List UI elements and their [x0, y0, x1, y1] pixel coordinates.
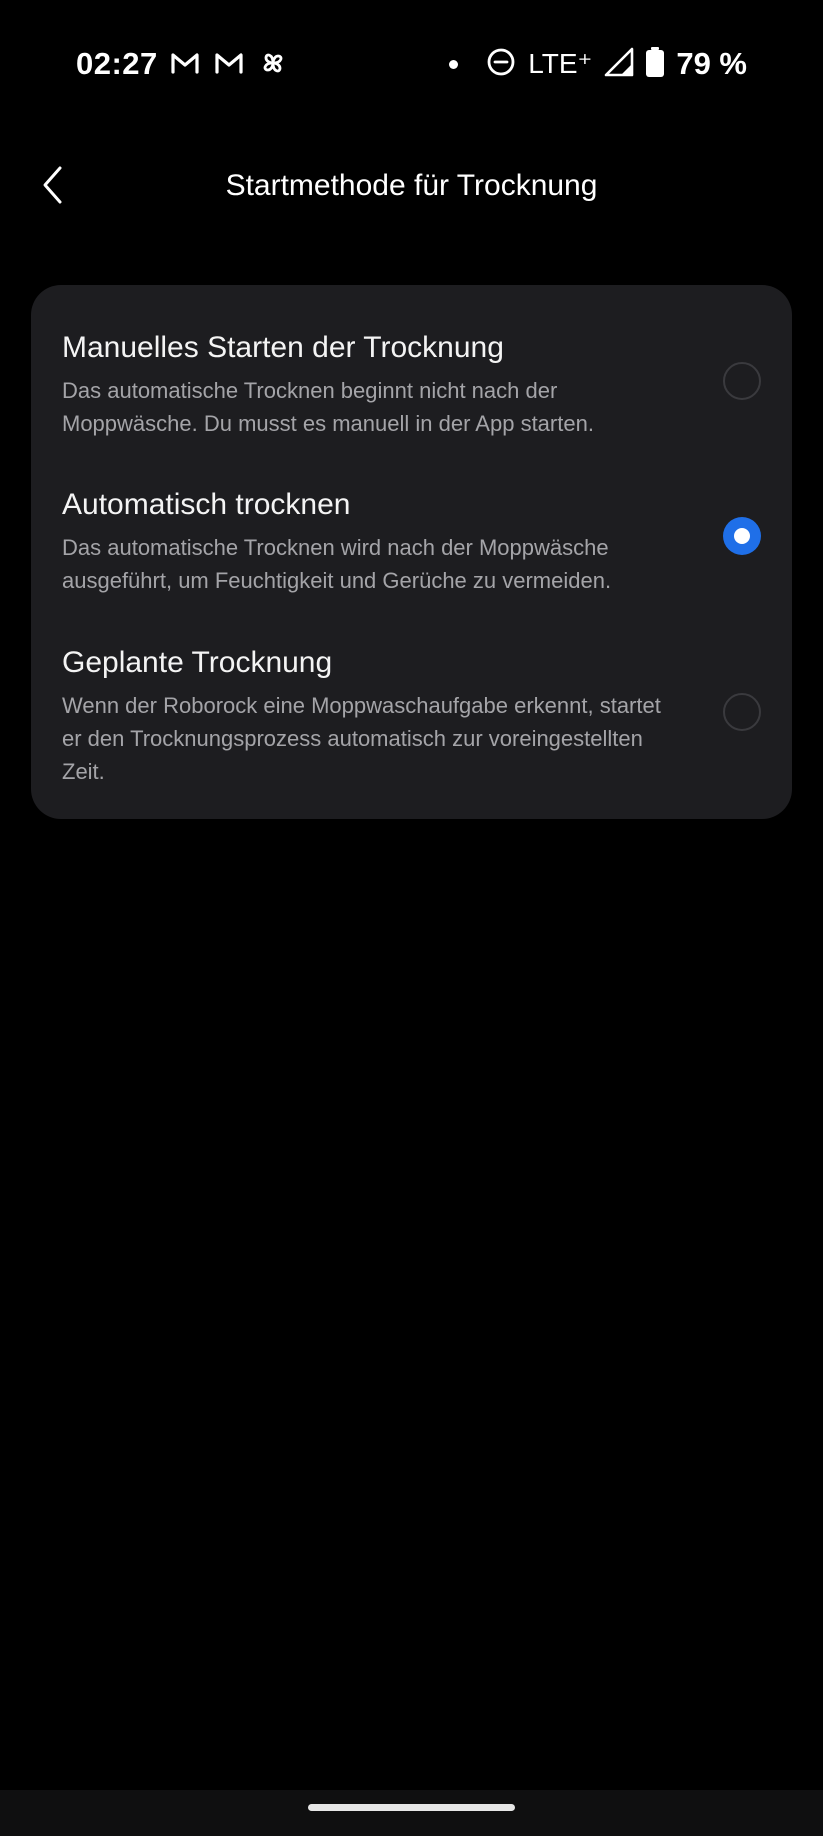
- option-title: Automatisch trocknen: [62, 488, 351, 521]
- pinwheel-icon: [258, 48, 288, 83]
- option-description: Wenn der Roborock eine Moppwaschaufgabe …: [62, 693, 661, 784]
- signal-icon: [604, 47, 634, 82]
- navigation-bar: [0, 1790, 823, 1836]
- gmail-icon: [170, 51, 200, 80]
- status-bar: 02:27 LTE⁺ 79 %: [0, 0, 823, 130]
- option-auto-drying[interactable]: Automatisch trocknen Das automatische Tr…: [31, 485, 792, 595]
- drying-start-method-card: Manuelles Starten der Trocknung Das auto…: [31, 285, 792, 819]
- option-title: Geplante Trocknung: [62, 646, 333, 679]
- home-indicator[interactable]: [308, 1804, 515, 1811]
- option-description: Das automatische Trocknen beginnt nicht …: [62, 378, 594, 436]
- status-notification-icons: [170, 48, 288, 83]
- radio-manual-drying[interactable]: [723, 362, 761, 400]
- battery-icon: [646, 46, 665, 82]
- notification-dot-icon: [449, 59, 459, 69]
- option-manual-drying[interactable]: Manuelles Starten der Trocknung Das auto…: [31, 328, 792, 438]
- option-title: Manuelles Starten der Trocknung: [62, 331, 504, 364]
- gmail-icon: [214, 51, 244, 80]
- page-title: Startmethode für Trocknung: [225, 169, 598, 202]
- option-description: Das automatische Trocknen wird nach der …: [62, 535, 612, 593]
- radio-auto-drying[interactable]: [723, 517, 761, 555]
- lte-indicator: LTE⁺: [528, 48, 593, 79]
- radio-scheduled-drying[interactable]: [723, 693, 761, 731]
- app-header: Startmethode für Trocknung: [0, 150, 823, 224]
- do-not-disturb-icon: [486, 47, 516, 82]
- status-time: 02:27: [76, 46, 158, 81]
- status-system-icons: LTE⁺ 79 %: [449, 44, 747, 84]
- option-scheduled-drying[interactable]: Geplante Trocknung Wenn der Roborock ein…: [31, 643, 792, 784]
- battery-percentage: 79 %: [676, 46, 747, 81]
